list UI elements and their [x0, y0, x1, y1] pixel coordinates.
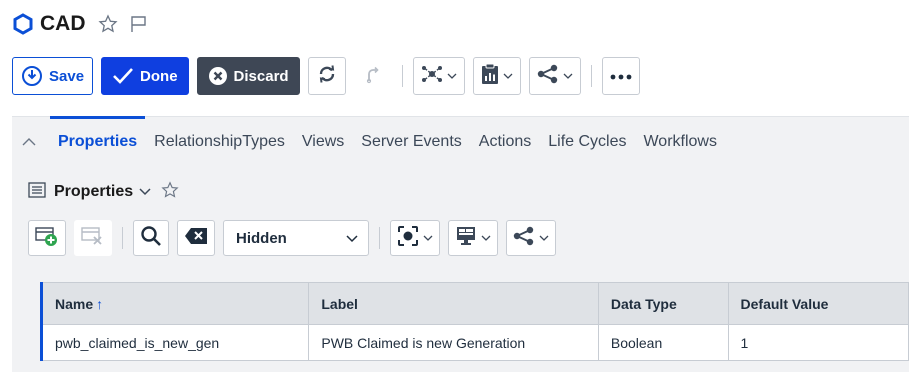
tab-relationshiptypes[interactable]: RelationshipTypes — [154, 117, 285, 167]
refresh-button[interactable] — [307, 57, 346, 95]
clear-search-button[interactable] — [177, 220, 215, 256]
panel-title[interactable]: Properties — [54, 183, 133, 201]
search-button[interactable] — [133, 220, 169, 256]
chevron-down-icon[interactable] — [139, 183, 151, 201]
tab-properties[interactable]: Properties — [49, 116, 146, 167]
share-icon — [537, 64, 559, 89]
focus-target-icon — [397, 225, 419, 252]
done-button[interactable]: Done — [101, 57, 189, 95]
checkmark-icon — [112, 66, 134, 86]
more-dots-icon — [610, 67, 632, 85]
discard-x-icon — [208, 66, 228, 86]
chevron-down-icon — [539, 235, 549, 241]
grid-toolbar: Hidden — [28, 218, 564, 258]
toolbar-divider — [590, 65, 592, 87]
column-header-default-value[interactable]: Default Value — [727, 282, 909, 325]
cell-name[interactable]: pwb_claimed_is_new_gen — [39, 324, 310, 361]
chevron-down-icon — [481, 235, 491, 241]
clipboard-chart-icon — [481, 63, 499, 90]
tab-workflows[interactable]: Workflows — [643, 117, 717, 167]
collapse-chevron-up-icon[interactable] — [22, 138, 36, 146]
tab-actions[interactable]: Actions — [479, 117, 531, 167]
add-row-icon — [35, 225, 59, 252]
save-label: Save — [49, 67, 85, 85]
cell-label[interactable]: PWB Claimed is new Generation — [308, 324, 599, 361]
tab-life-cycles[interactable]: Life Cycles — [548, 117, 626, 167]
more-options-button[interactable] — [601, 57, 640, 95]
table-row[interactable]: pwb_claimed_is_new_gen PWB Claimed is ne… — [39, 324, 909, 361]
structure-menu-button[interactable] — [412, 57, 465, 95]
chevron-down-icon — [503, 73, 513, 79]
grid-header-row: Name ↑ Label Data Type Default Value — [39, 282, 909, 325]
panel-header: Properties — [28, 180, 179, 204]
sort-ascending-icon: ↑ — [96, 295, 104, 312]
main-toolbar: Save Done Discard — [12, 56, 648, 96]
column-header-label[interactable]: Label — [308, 282, 599, 325]
done-label: Done — [140, 67, 178, 85]
relationship-tabs-bar: Properties RelationshipTypes Views Serve… — [12, 116, 909, 168]
backspace-clear-icon — [184, 227, 208, 250]
flag-icon[interactable] — [128, 14, 148, 34]
chevron-down-icon — [563, 73, 573, 79]
delete-row-button[interactable] — [74, 220, 112, 256]
reports-menu-button[interactable] — [472, 57, 521, 95]
cell-data-type[interactable]: Boolean — [597, 324, 729, 361]
chevron-down-icon — [423, 235, 433, 241]
favorite-star-icon[interactable] — [161, 180, 179, 204]
redo-arrow-icon — [362, 63, 384, 90]
properties-panel: Properties Hidden Name ↑ Label Data Type… — [12, 168, 909, 372]
discard-label: Discard — [233, 67, 289, 85]
toolbar-divider — [401, 65, 403, 87]
view-focus-menu-button[interactable] — [390, 220, 440, 256]
favorite-star-icon[interactable] — [97, 14, 118, 34]
toolbar-divider — [122, 227, 123, 249]
share-menu-button[interactable] — [506, 220, 556, 256]
redo-button[interactable] — [353, 57, 392, 95]
tab-server-events[interactable]: Server Events — [361, 117, 461, 167]
chevron-down-icon — [447, 73, 457, 79]
share-icon — [513, 226, 535, 251]
properties-grid: Name ↑ Label Data Type Default Value pwb_… — [39, 282, 909, 361]
page-title: CAD — [40, 12, 86, 35]
search-mode-value: Hidden — [236, 229, 287, 247]
power-icon — [21, 65, 43, 87]
column-header-name[interactable]: Name ↑ — [39, 282, 310, 325]
discard-button[interactable]: Discard — [196, 57, 300, 95]
search-icon — [140, 225, 162, 252]
share-menu-button[interactable] — [528, 57, 581, 95]
search-mode-select[interactable]: Hidden — [223, 220, 369, 256]
add-row-button[interactable] — [28, 220, 66, 256]
item-type-hexagon-icon — [12, 13, 34, 35]
title-bar: CAD — [12, 8, 158, 40]
delete-row-icon — [81, 225, 105, 252]
network-icon — [421, 64, 443, 89]
save-button[interactable]: Save — [12, 57, 94, 95]
cell-default-value[interactable]: 1 — [727, 324, 909, 361]
column-header-data-type[interactable]: Data Type — [597, 282, 729, 325]
toolbar-divider — [379, 227, 380, 249]
list-view-icon — [28, 181, 46, 203]
tab-views[interactable]: Views — [302, 117, 344, 167]
display-menu-button[interactable] — [448, 220, 498, 256]
chevron-down-icon — [346, 230, 358, 247]
refresh-icon — [316, 63, 338, 90]
monitor-icon — [455, 225, 477, 252]
